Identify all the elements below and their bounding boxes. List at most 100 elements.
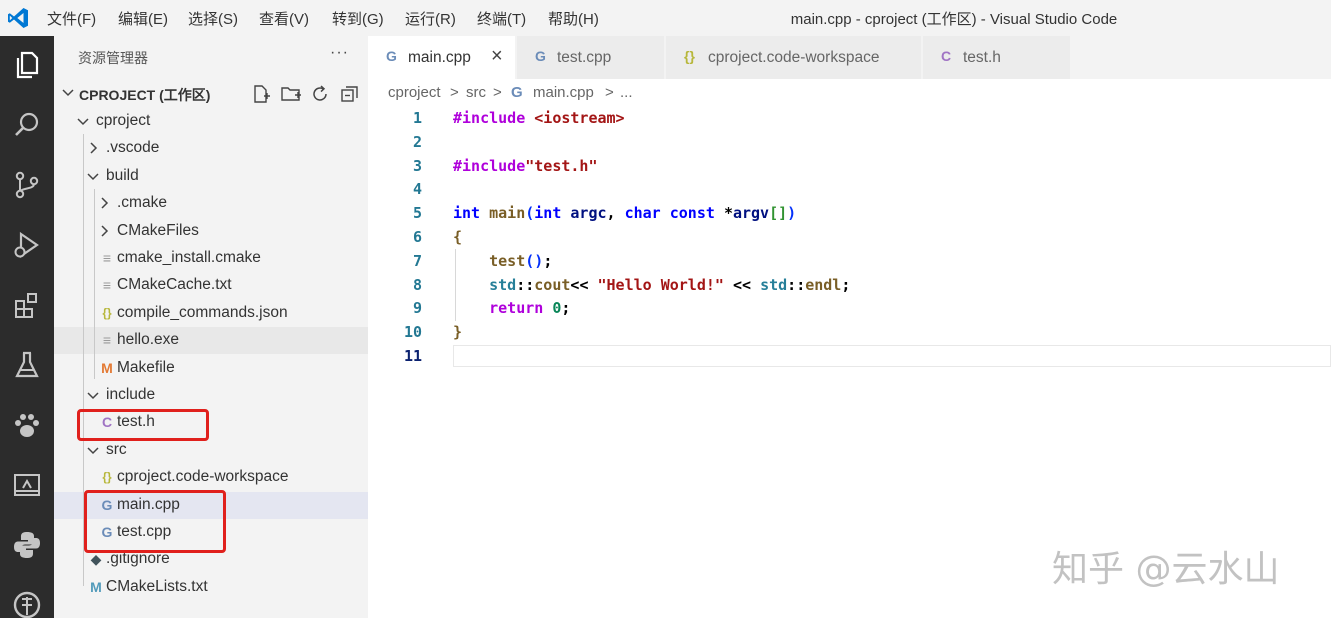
new-file-icon[interactable] (250, 83, 272, 105)
line-number: 8 (368, 276, 422, 294)
tree-item-vscode[interactable]: .vscode (54, 135, 368, 162)
tree-item-label: include (106, 386, 155, 404)
breadcrumb-separator: > (493, 84, 502, 101)
tree-item-makefile[interactable]: MMakefile (54, 355, 368, 382)
breadcrumb-cproject[interactable]: cproject (388, 84, 441, 101)
makefile-icon: M (99, 359, 115, 377)
remote-explorer-icon[interactable] (8, 466, 46, 504)
tab-test-h[interactable]: C test.h (923, 36, 1071, 79)
breadcrumb-separator: > (450, 84, 459, 101)
watermark: 知乎 @云水山 (1052, 540, 1279, 592)
menu-view[interactable]: 查看(V) (259, 8, 309, 29)
line-number: 2 (368, 133, 422, 151)
code-line[interactable]: #include <iostream> (453, 109, 625, 127)
chevron-right-icon[interactable] (97, 224, 111, 238)
testing-icon[interactable] (8, 346, 46, 384)
tree-item-hello-exe[interactable]: ≡hello.exe (54, 327, 368, 354)
json-file-icon: {} (684, 48, 695, 64)
menu-file[interactable]: 文件(F) (47, 8, 96, 29)
chevron-right-icon[interactable] (86, 141, 100, 155)
text-file-icon: ≡ (99, 249, 115, 267)
highlight-box-include (77, 409, 209, 441)
window-title: main.cpp - cproject (工作区) - Visual Studi… (754, 8, 1154, 29)
tree-item-cmakelists-txt[interactable]: MCMakeLists.txt (54, 574, 368, 601)
code-line[interactable]: #include"test.h" (453, 157, 598, 175)
breadcrumb-main-cpp[interactable]: main.cpp (533, 84, 594, 101)
chevron-down-icon[interactable] (76, 114, 90, 128)
code-line[interactable]: test(); (453, 252, 552, 270)
menu-goto[interactable]: 转到(G) (332, 8, 384, 29)
breadcrumb-symbol[interactable]: ... (620, 84, 633, 101)
tree-item-label: CMakeLists.txt (106, 578, 208, 596)
code-line[interactable]: return 0; (453, 299, 570, 317)
code-line[interactable]: int main(int argc, char const *argv[]) (453, 204, 796, 222)
tree-item-include[interactable]: include (54, 382, 368, 409)
cpp-file-icon: G (386, 48, 397, 64)
account-icon[interactable] (8, 586, 46, 618)
chevron-down-icon[interactable] (86, 443, 100, 457)
cpp-file-icon: G (511, 84, 523, 101)
line-number: 11 (368, 347, 422, 365)
run-debug-icon[interactable] (8, 226, 46, 264)
collapse-all-icon[interactable] (339, 83, 361, 105)
breadcrumb-separator: > (605, 84, 614, 101)
tree-item-cproject[interactable]: cproject (54, 108, 368, 135)
search-icon[interactable] (8, 106, 46, 144)
tree-item-label: .cmake (117, 194, 167, 212)
tree-item-label: cmake_install.cmake (117, 249, 261, 267)
explorer-title: 资源管理器 (78, 48, 148, 68)
chevron-down-icon[interactable] (86, 388, 100, 402)
tree-item-label: .gitignore (106, 550, 170, 568)
menu-terminal[interactable]: 终端(T) (477, 8, 526, 29)
tab-code-workspace[interactable]: {} cproject.code-workspace (666, 36, 922, 79)
workspace-title: CPROJECT (工作区) (79, 85, 210, 105)
tab-main-cpp[interactable]: G main.cpp × (368, 36, 516, 79)
explorer-icon[interactable] (8, 46, 46, 84)
chevron-down-icon[interactable] (60, 84, 76, 100)
tree-item-build[interactable]: build (54, 163, 368, 190)
refresh-icon[interactable] (309, 83, 331, 105)
menu-help[interactable]: 帮助(H) (548, 8, 599, 29)
chevron-right-icon[interactable] (97, 196, 111, 210)
close-icon[interactable]: × (491, 45, 503, 68)
highlight-box-src (84, 490, 226, 553)
chevron-down-icon[interactable] (86, 169, 100, 183)
tree-item-cproject-code-workspace[interactable]: {}cproject.code-workspace (54, 464, 368, 491)
extensions-icon[interactable] (8, 286, 46, 324)
paw-icon[interactable] (8, 406, 46, 444)
tree-item-label: hello.exe (117, 331, 179, 349)
line-number: 4 (368, 180, 422, 198)
line-number: 5 (368, 204, 422, 222)
code-line[interactable]: } (453, 323, 462, 341)
tree-item-label: compile_commands.json (117, 304, 288, 322)
tree-item-cmakefiles[interactable]: CMakeFiles (54, 218, 368, 245)
vscode-logo-icon[interactable] (6, 6, 30, 30)
tab-label: cproject.code-workspace (708, 49, 879, 67)
more-actions-icon[interactable]: ··· (330, 44, 349, 62)
tree-item-cmake-install-cmake[interactable]: ≡cmake_install.cmake (54, 245, 368, 272)
tree-item-label: Makefile (117, 359, 175, 377)
tree-item-cmakecache-txt[interactable]: ≡CMakeCache.txt (54, 272, 368, 299)
tab-test-cpp[interactable]: G test.cpp (517, 36, 665, 79)
editor-tab-bar: G main.cpp × G test.cpp {} cproject.code… (368, 36, 1331, 79)
tree-item-compile-commands-json[interactable]: {}compile_commands.json (54, 300, 368, 327)
tab-label: test.cpp (557, 49, 611, 67)
line-number: 9 (368, 299, 422, 317)
line-number: 7 (368, 252, 422, 270)
line-number: 10 (368, 323, 422, 341)
workspace-header[interactable]: CPROJECT (工作区) (54, 80, 368, 106)
tree-item-label: CMakeCache.txt (117, 276, 232, 294)
menu-selection[interactable]: 选择(S) (188, 8, 238, 29)
text-file-icon: ≡ (99, 276, 115, 294)
menu-edit[interactable]: 编辑(E) (118, 8, 168, 29)
source-control-icon[interactable] (8, 166, 46, 204)
new-folder-icon[interactable] (280, 83, 302, 105)
code-line[interactable]: { (453, 228, 462, 246)
menu-run[interactable]: 运行(R) (405, 8, 456, 29)
cmake-file-icon: M (88, 578, 104, 596)
python-icon[interactable] (8, 526, 46, 564)
title-bar: 文件(F) 编辑(E) 选择(S) 查看(V) 转到(G) 运行(R) 终端(T… (0, 0, 1331, 36)
tree-item-cmake[interactable]: .cmake (54, 190, 368, 217)
code-line[interactable]: std::cout<< "Hello World!" << std::endl; (453, 276, 850, 294)
breadcrumb-src[interactable]: src (466, 84, 486, 101)
